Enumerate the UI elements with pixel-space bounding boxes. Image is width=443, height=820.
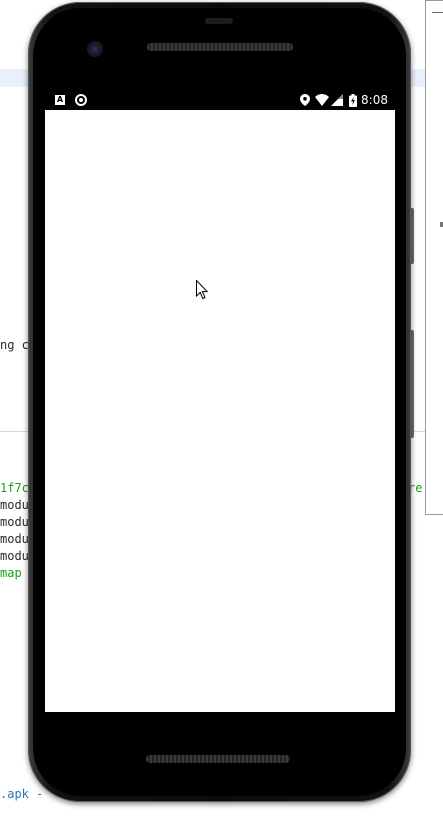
front-camera-icon: [87, 41, 103, 57]
log-line: modu: [0, 498, 29, 512]
circle-icon: [75, 94, 87, 106]
emulator-tool-panel[interactable]: [425, 0, 443, 515]
editor-code-fragment: ng c: [0, 338, 29, 352]
android-status-bar[interactable]: A 8:08: [45, 90, 395, 110]
battery-charging-icon: [349, 94, 357, 107]
mouse-cursor-icon: [196, 280, 208, 300]
log-line: modu: [0, 515, 29, 529]
status-time: 8:08: [361, 93, 388, 107]
log-line: map: [0, 566, 22, 580]
a-icon: A: [55, 95, 65, 105]
bottom-speaker-grille: [146, 755, 290, 763]
app-screen[interactable]: [45, 110, 395, 712]
log-line: modu: [0, 549, 29, 563]
earpiece-slot: [205, 18, 233, 24]
location-icon: [300, 94, 310, 106]
log-line: modu: [0, 532, 29, 546]
apk-output-fragment: .apk -: [0, 787, 44, 801]
signal-icon: [331, 94, 343, 106]
top-speaker-grille: [147, 43, 293, 51]
desktop-stage: ng c 1f7c modu modu modu modu map .apk -…: [0, 0, 443, 820]
log-line: 1f7c: [0, 481, 29, 495]
wifi-icon: [315, 94, 329, 106]
panel-title-line: [432, 12, 443, 13]
